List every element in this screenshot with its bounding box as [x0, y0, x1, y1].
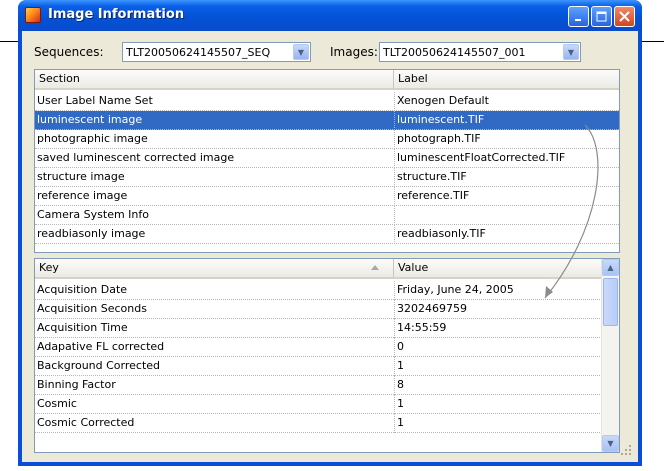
annotation-arrow: [544, 124, 599, 299]
